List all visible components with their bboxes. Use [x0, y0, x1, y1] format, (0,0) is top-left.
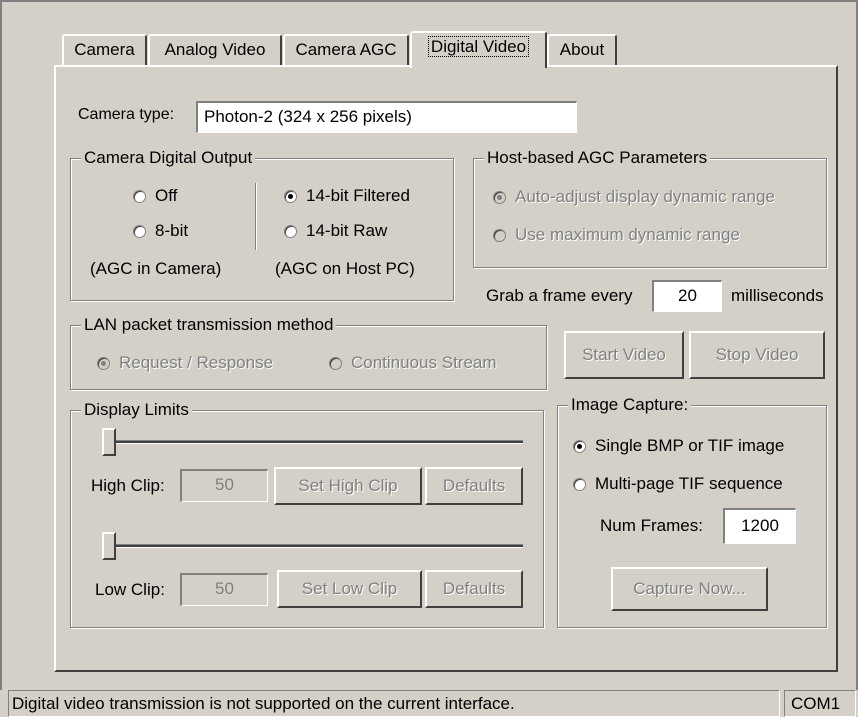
num-frames-input[interactable]: 1200: [723, 508, 796, 544]
radio-label: 14-bit Filtered: [306, 186, 410, 205]
tab-analog-video[interactable]: Analog Video: [148, 34, 282, 65]
group-title: Display Limits: [81, 400, 192, 420]
radio-8bit[interactable]: 8-bit: [133, 220, 188, 242]
radio-auto-adjust[interactable]: Auto-adjust display dynamic range: [493, 186, 775, 208]
radio-label: Auto-adjust display dynamic range: [515, 187, 775, 206]
grab-unit-label: milliseconds: [731, 286, 824, 305]
camera-type-field: Photon-2 (324 x 256 pixels): [196, 101, 577, 133]
radio-circle: [493, 190, 506, 204]
high-clip-slider-thumb[interactable]: [102, 428, 116, 456]
num-frames-label: Num Frames:: [600, 516, 703, 535]
radio-circle: [329, 356, 342, 370]
stop-video-button[interactable]: Stop Video: [689, 331, 825, 379]
radio-label: Use maximum dynamic range: [515, 225, 740, 244]
window-frame-left: [0, 0, 2, 690]
radio-label: 14-bit Raw: [306, 221, 388, 240]
radio-14bit-raw[interactable]: 14-bit Raw: [284, 220, 387, 242]
high-clip-input[interactable]: 50: [180, 469, 268, 502]
radio-label: Continuous Stream: [351, 353, 497, 372]
radio-label: 8-bit: [155, 221, 189, 240]
agc-on-host-label: (AGC on Host PC): [275, 259, 415, 278]
radio-label: Off: [155, 186, 178, 205]
group-title: Image Capture:: [568, 395, 692, 415]
status-port: COM1: [784, 690, 856, 717]
radio-off[interactable]: Off: [133, 185, 177, 207]
radio-circle: [284, 224, 297, 238]
radio-label: Multi-page TIF sequence: [595, 474, 783, 493]
low-clip-input[interactable]: 50: [180, 573, 268, 606]
capture-now-button[interactable]: Capture Now...: [611, 567, 768, 611]
radio-selected-dot: [101, 360, 106, 366]
low-clip-slider-track: [104, 544, 523, 548]
radio-circle: [573, 477, 586, 491]
high-clip-defaults-button[interactable]: Defaults: [425, 467, 523, 505]
high-clip-label: High Clip:: [91, 476, 165, 495]
low-clip-slider-thumb[interactable]: [102, 532, 116, 560]
radio-circle: [493, 228, 506, 242]
radio-circle: [133, 224, 146, 238]
grab-interval-input[interactable]: 20: [652, 280, 722, 312]
status-message: Digital video transmission is not suppor…: [8, 690, 780, 717]
radio-multi-page[interactable]: Multi-page TIF sequence: [573, 473, 783, 495]
tab-label: About: [559, 40, 605, 59]
output-divider: [255, 183, 256, 250]
group-title: Host-based AGC Parameters: [484, 148, 711, 168]
low-clip-label: Low Clip:: [95, 580, 165, 599]
radio-selected-dot: [497, 194, 502, 200]
low-clip-defaults-button[interactable]: Defaults: [425, 570, 523, 608]
radio-max-range[interactable]: Use maximum dynamic range: [493, 224, 740, 246]
set-high-clip-button[interactable]: Set High Clip: [274, 467, 422, 505]
tab-digital-video[interactable]: Digital Video: [410, 31, 547, 68]
tab-camera[interactable]: Camera: [62, 34, 147, 65]
camera-type-label: Camera type:: [78, 106, 175, 123]
radio-circle: [284, 189, 297, 203]
radio-circle: [97, 356, 110, 370]
tab-about[interactable]: About: [547, 34, 617, 65]
start-video-button[interactable]: Start Video: [564, 331, 684, 379]
set-low-clip-button[interactable]: Set Low Clip: [277, 570, 422, 608]
host-agc-group: Host-based AGC Parameters: [473, 148, 827, 268]
tab-label: Camera AGC: [295, 40, 397, 59]
agc-in-camera-label: (AGC in Camera): [90, 259, 222, 278]
group-title: LAN packet transmission method: [81, 315, 337, 335]
radio-label: Request / Response: [119, 353, 274, 372]
radio-circle: [133, 189, 146, 203]
radio-request-response[interactable]: Request / Response: [97, 352, 273, 374]
window-frame-top: [0, 0, 858, 2]
radio-selected-dot: [577, 443, 582, 449]
tab-label: Camera: [74, 40, 135, 59]
tab-label: Analog Video: [164, 40, 266, 59]
radio-selected-dot: [288, 193, 293, 199]
radio-label: Single BMP or TIF image: [595, 436, 785, 455]
radio-circle: [573, 439, 586, 453]
group-title: Camera Digital Output: [81, 148, 256, 168]
radio-continuous-stream[interactable]: Continuous Stream: [329, 352, 497, 374]
grab-frame-label: Grab a frame every: [486, 286, 633, 305]
tab-label: Digital Video: [427, 36, 530, 57]
tab-camera-agc[interactable]: Camera AGC: [283, 34, 409, 65]
radio-14bit-filtered[interactable]: 14-bit Filtered: [284, 185, 410, 207]
high-clip-slider-track: [104, 440, 523, 444]
radio-single-image[interactable]: Single BMP or TIF image: [573, 435, 784, 457]
